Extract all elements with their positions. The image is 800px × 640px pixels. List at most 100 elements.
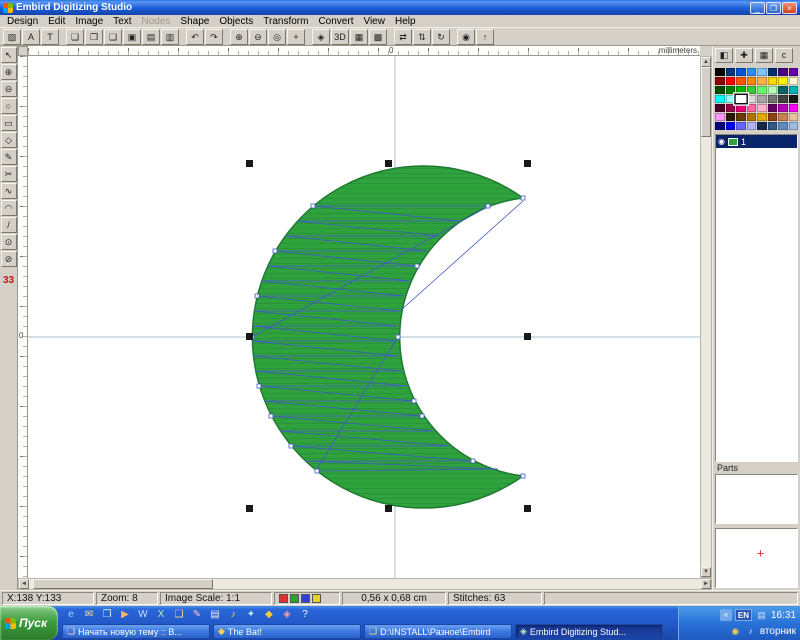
color-swatch[interactable] — [768, 77, 778, 85]
horizontal-scrollbar[interactable]: ◄ ► — [18, 578, 712, 590]
zoom-out-tool[interactable]: ⊖ — [1, 81, 17, 97]
vertical-scrollbar[interactable]: ▲ ▼ — [700, 56, 712, 578]
tray-keyboard-icon[interactable]: ▤ — [755, 609, 768, 622]
tray-collapse-button[interactable]: « — [720, 609, 732, 621]
curve-tool[interactable]: ∿ — [1, 183, 17, 199]
color-swatch[interactable] — [757, 68, 767, 76]
color-swatch[interactable] — [757, 95, 767, 103]
color-swatch[interactable] — [715, 68, 725, 76]
task-the-bat[interactable]: ◆The Bat! — [213, 624, 361, 639]
visibility-icon[interactable]: ◉ — [718, 135, 725, 148]
zoom-in-icon[interactable]: ⊕ — [230, 29, 248, 45]
color-swatch[interactable] — [768, 86, 778, 94]
color-swatch[interactable] — [726, 68, 736, 76]
open-image-icon[interactable]: ▨ — [3, 29, 21, 45]
menu-help[interactable]: Help — [390, 15, 421, 28]
ql-mail[interactable]: ✉ — [81, 607, 97, 622]
add-thread-button[interactable]: ✚ — [735, 48, 753, 63]
export-design-icon[interactable]: ▤ — [142, 29, 160, 45]
tray-volume-icon[interactable]: ♪ — [744, 625, 757, 638]
color-swatch[interactable] — [747, 104, 757, 112]
color-swatch[interactable] — [789, 86, 799, 94]
upload-machine-icon[interactable]: ↑ — [476, 29, 494, 45]
color-swatch[interactable] — [768, 122, 778, 130]
color-swatch[interactable] — [778, 113, 788, 121]
color-swatch[interactable] — [747, 86, 757, 94]
color-swatch[interactable] — [747, 113, 757, 121]
ql-embird[interactable]: ◈ — [279, 607, 295, 622]
separator[interactable] — [180, 29, 185, 45]
design-canvas[interactable] — [28, 56, 700, 578]
select-tool[interactable]: ↖ — [1, 47, 17, 63]
color-swatch[interactable] — [715, 77, 725, 85]
pan-icon[interactable]: + — [287, 29, 305, 45]
color-swatch[interactable] — [747, 122, 757, 130]
thread-code-label[interactable]: c — [775, 48, 793, 63]
color-swatch[interactable] — [778, 122, 788, 130]
lettering-t-icon[interactable]: T — [41, 29, 59, 45]
color-swatch[interactable] — [757, 104, 767, 112]
color-swatch[interactable] — [736, 113, 746, 121]
scroll-left-button[interactable]: ◄ — [19, 579, 29, 589]
undo-icon[interactable]: ↶ — [186, 29, 204, 45]
separator[interactable] — [224, 29, 229, 45]
color-swatch[interactable] — [715, 86, 725, 94]
color-swatch[interactable] — [726, 122, 736, 130]
redo-icon[interactable]: ↷ — [205, 29, 223, 45]
separator[interactable] — [388, 29, 393, 45]
ql-media-player[interactable]: ▶ — [117, 607, 133, 622]
zoom-out-icon[interactable]: ⊖ — [249, 29, 267, 45]
preview-panel[interactable]: + — [715, 528, 798, 588]
color-swatch[interactable] — [736, 77, 746, 85]
ql-winamp[interactable]: ♪ — [225, 607, 241, 622]
color-swatch[interactable] — [736, 104, 746, 112]
color-swatch[interactable] — [768, 95, 778, 103]
scroll-right-button[interactable]: ► — [701, 579, 711, 589]
measure-tool[interactable]: ⊘ — [1, 251, 17, 267]
color-swatch[interactable] — [715, 122, 725, 130]
ql-messenger[interactable]: ✦ — [243, 607, 259, 622]
polygon-tool[interactable]: ◇ — [1, 132, 17, 148]
color-swatch[interactable] — [757, 77, 767, 85]
catalog-button[interactable]: ▦ — [755, 48, 773, 63]
lettering-a-icon[interactable]: A — [22, 29, 40, 45]
color-swatch[interactable] — [715, 104, 725, 112]
language-indicator[interactable]: EN — [735, 609, 752, 621]
menu-convert[interactable]: Convert — [313, 15, 358, 28]
menu-image[interactable]: Image — [70, 15, 108, 28]
color-swatch[interactable] — [736, 122, 746, 130]
arc-tool[interactable]: ◠ — [1, 200, 17, 216]
rectangle-tool[interactable]: ▭ — [1, 115, 17, 131]
ql-notepad[interactable]: ▤ — [207, 607, 223, 622]
color-swatch[interactable] — [747, 68, 757, 76]
print-icon[interactable]: ▥ — [161, 29, 179, 45]
ql-the-bat[interactable]: ◆ — [261, 607, 277, 622]
scroll-down-button[interactable]: ▼ — [701, 567, 711, 577]
ql-internet-explorer[interactable]: e — [63, 607, 79, 622]
density-icon[interactable]: ▩ — [369, 29, 387, 45]
line-tool[interactable]: / — [1, 217, 17, 233]
color-swatch[interactable] — [778, 95, 788, 103]
freehand-tool[interactable]: ✎ — [1, 149, 17, 165]
close-button[interactable]: × — [782, 2, 797, 14]
color-swatch[interactable] — [778, 86, 788, 94]
maximize-button[interactable]: ❐ — [766, 2, 781, 14]
menu-shape[interactable]: Shape — [175, 15, 214, 28]
mirror-vertical-icon[interactable]: ⇅ — [413, 29, 431, 45]
zoom-fit-icon[interactable]: ◎ — [268, 29, 286, 45]
color-swatch[interactable] — [768, 104, 778, 112]
grid-icon[interactable]: ▦ — [350, 29, 368, 45]
separator[interactable] — [306, 29, 311, 45]
color-swatch[interactable] — [747, 77, 757, 85]
menu-view[interactable]: View — [358, 15, 390, 28]
parts-panel[interactable] — [715, 474, 798, 524]
color-swatch[interactable] — [778, 68, 788, 76]
separator[interactable] — [451, 29, 456, 45]
color-swatch[interactable] — [734, 94, 747, 105]
thread-palette-button[interactable]: ◧ — [715, 48, 733, 63]
three-d-view-icon[interactable]: 3D — [331, 29, 349, 45]
menu-objects[interactable]: Objects — [214, 15, 258, 28]
color-swatch[interactable] — [747, 95, 757, 103]
tray-antivirus-icon[interactable]: ◉ — [729, 625, 742, 638]
menu-transform[interactable]: Transform — [258, 15, 313, 28]
